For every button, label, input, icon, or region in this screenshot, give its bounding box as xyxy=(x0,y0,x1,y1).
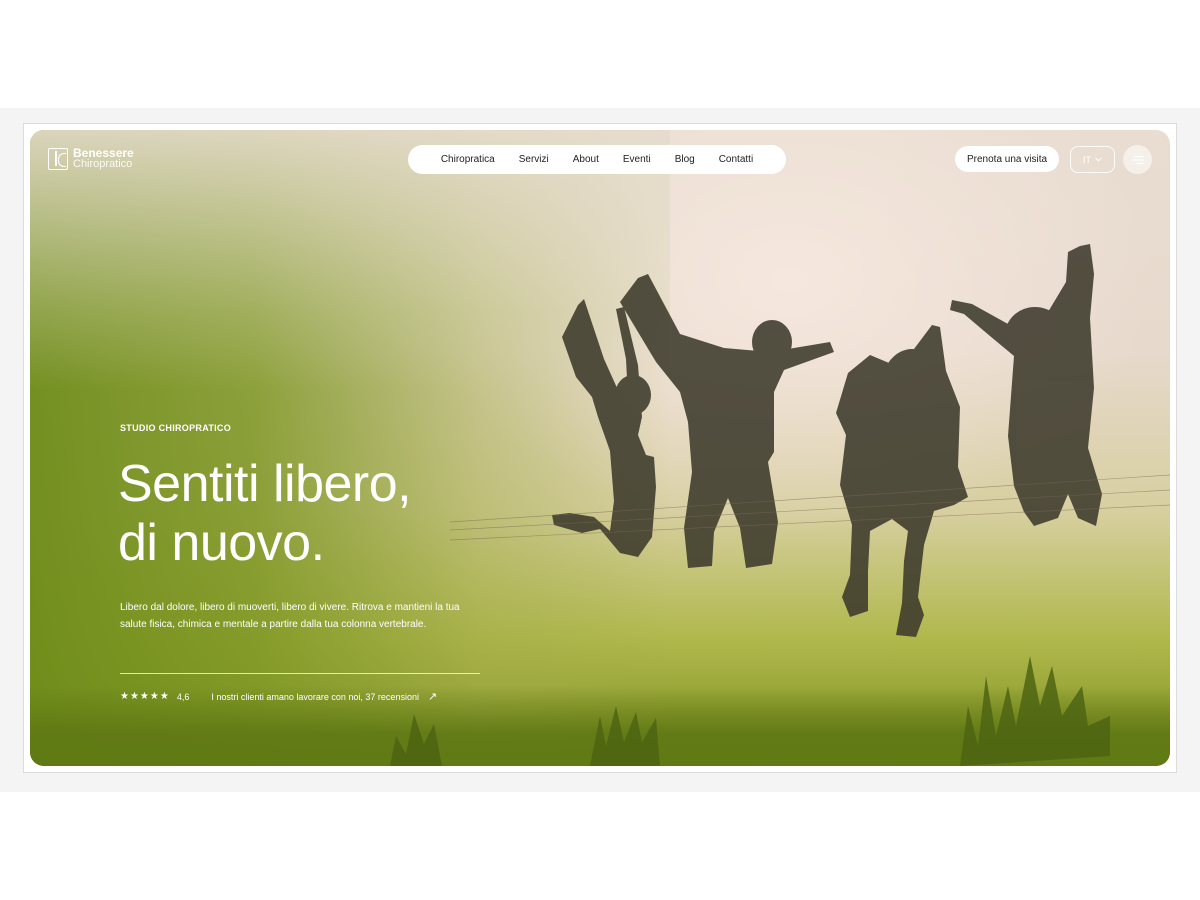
nav-item-blog[interactable]: Blog xyxy=(675,154,695,165)
hero-headline: Sentiti libero, di nuovo. xyxy=(118,455,538,573)
reviews-link[interactable]: I nostri clienti amano lavorare con noi,… xyxy=(211,692,419,702)
jumping-people-image xyxy=(390,244,1170,766)
menu-button[interactable] xyxy=(1123,145,1152,174)
logo-icon xyxy=(48,148,68,170)
nav-item-about[interactable]: About xyxy=(573,154,599,165)
rating-row: ★★★★★ 4,6 I nostri clienti amano lavorar… xyxy=(120,690,437,703)
language-selector[interactable]: IT xyxy=(1070,146,1115,173)
rating-score: 4,6 xyxy=(176,691,190,702)
hero-divider xyxy=(120,673,480,674)
nav-item-contatti[interactable]: Contatti xyxy=(719,154,753,165)
hero-headline-line2: di nuovo. xyxy=(118,514,325,572)
hero-eyebrow: STUDIO CHIROPRATICO xyxy=(120,423,232,433)
brand-name-line2: Chiropratico xyxy=(73,158,133,170)
hero-section: Benessere Chiropratico Chiropratica Serv… xyxy=(30,130,1170,766)
arrow-up-right-icon[interactable]: ↗ xyxy=(428,690,437,703)
book-visit-button[interactable]: Prenota una visita xyxy=(955,146,1060,172)
hero-headline-line1: Sentiti libero, xyxy=(118,455,412,513)
nav-item-servizi[interactable]: Servizi xyxy=(519,154,549,165)
brand-logo[interactable]: Benessere Chiropratico xyxy=(48,147,134,170)
nav-item-chiropratica[interactable]: Chiropratica xyxy=(441,154,495,165)
menu-icon xyxy=(1131,155,1144,164)
brand-name: Benessere Chiropratico xyxy=(73,147,134,170)
chevron-down-icon xyxy=(1095,157,1102,162)
nav-item-eventi[interactable]: Eventi xyxy=(623,154,651,165)
rating-stars: ★★★★★ xyxy=(120,691,170,702)
hero-intro: Libero dal dolore, libero di muoverti, l… xyxy=(120,602,460,630)
language-label: IT xyxy=(1083,154,1091,165)
main-nav: Chiropratica Servizi About Eventi Blog C… xyxy=(408,145,786,174)
